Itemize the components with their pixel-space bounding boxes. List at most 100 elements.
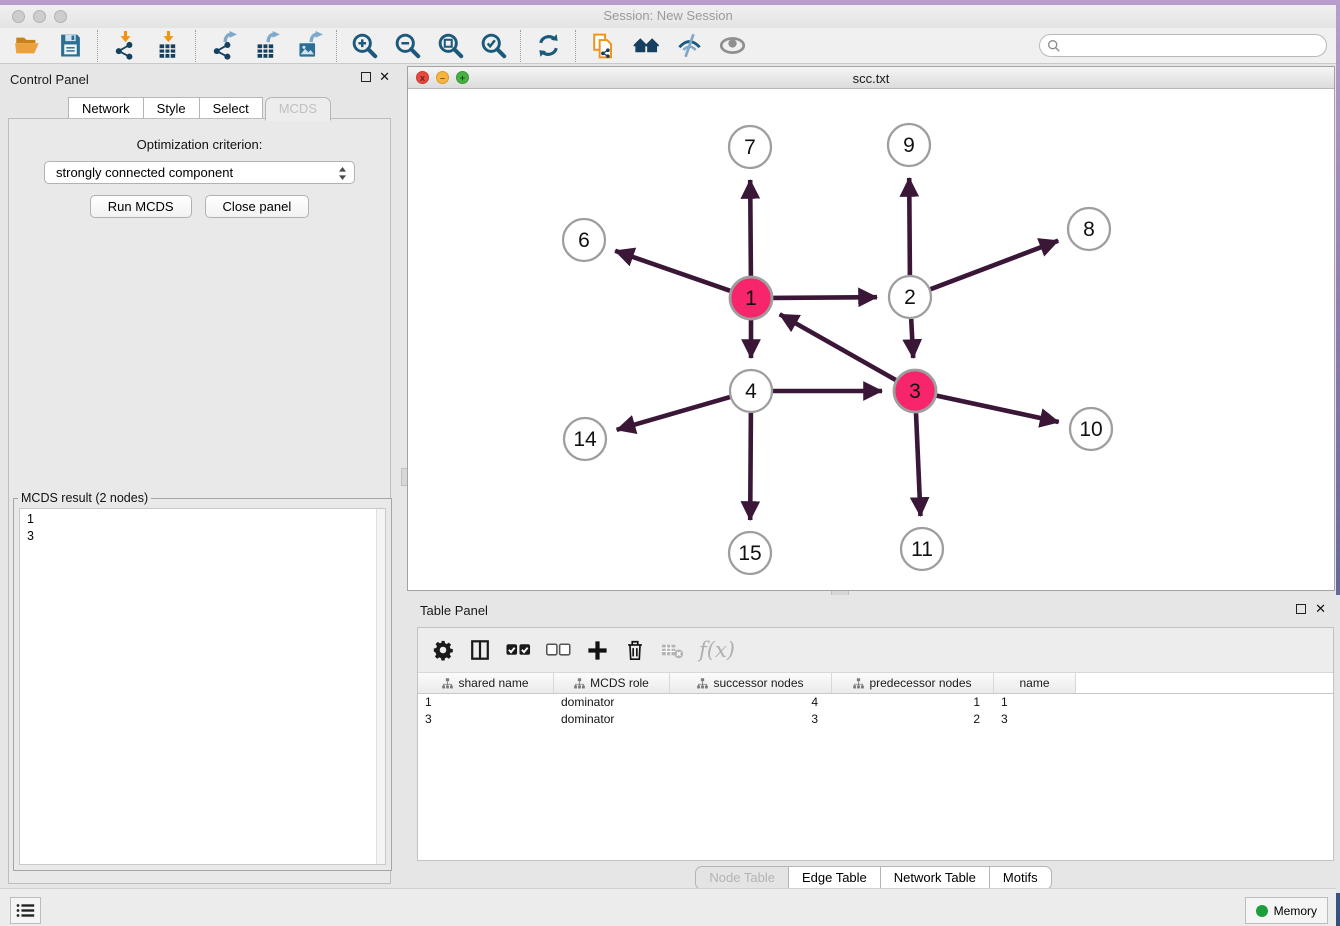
deselect-all-columns-icon[interactable]	[546, 643, 571, 657]
task-history-button[interactable]	[10, 897, 41, 924]
graph-node-14[interactable]: 14	[564, 418, 606, 460]
home-layout-icon[interactable]	[625, 30, 668, 62]
select-all-columns-icon[interactable]	[506, 643, 531, 657]
toggle-visual-icon[interactable]	[668, 30, 711, 62]
show-hide-panel-icon[interactable]	[711, 30, 754, 62]
memory-status-icon	[1256, 905, 1268, 917]
memory-label: Memory	[1274, 904, 1317, 918]
zoom-fit-icon[interactable]	[429, 30, 472, 62]
delete-column-icon[interactable]	[624, 639, 646, 661]
search-input[interactable]	[1061, 36, 1326, 56]
graph-node-15[interactable]: 15	[729, 532, 771, 574]
result-scrollbar[interactable]	[376, 509, 385, 864]
function-builder-icon: f(x)	[699, 638, 735, 662]
import-network-icon[interactable]	[104, 30, 147, 62]
tab-motifs[interactable]: Motifs	[989, 866, 1052, 890]
zoom-in-icon[interactable]	[343, 30, 386, 62]
graph-edge-3-11[interactable]	[916, 413, 921, 516]
cell-predecessor-nodes: 1	[832, 694, 994, 711]
close-panel-button[interactable]: Close panel	[205, 195, 310, 218]
column-layout-icon[interactable]	[469, 639, 491, 661]
graph-edge-2-3[interactable]	[911, 319, 913, 358]
svg-text:1: 1	[745, 287, 757, 310]
graph-node-6[interactable]: 6	[563, 219, 605, 261]
cell-name: 3	[994, 711, 1076, 728]
optimization-criterion-select[interactable]: strongly connected component	[44, 161, 355, 184]
graph-node-4[interactable]: 4	[730, 370, 772, 412]
cell-successor-nodes: 4	[670, 694, 832, 711]
save-session-icon[interactable]	[49, 30, 92, 62]
graph-edge-4-14[interactable]	[617, 397, 730, 430]
table-row[interactable]: 1dominator411	[418, 694, 1333, 711]
graph-edge-1-6[interactable]	[615, 251, 730, 291]
main-toolbar	[0, 28, 1336, 64]
cell-successor-nodes: 3	[670, 711, 832, 728]
column-header-shared-name[interactable]: shared name	[418, 673, 554, 693]
graph-edge-2-8[interactable]	[931, 241, 1059, 290]
cell-predecessor-nodes: 2	[832, 711, 994, 728]
toolbar-separator	[575, 30, 577, 62]
cell-MCDS-role: dominator	[554, 711, 670, 728]
mcds-result-title: MCDS result (2 nodes)	[18, 491, 151, 505]
column-header-successor-nodes[interactable]: successor nodes	[670, 673, 832, 693]
clear-table-icon	[661, 639, 684, 662]
window-titlebar: Session: New Session	[0, 5, 1336, 29]
table-panel-tabs: Node TableEdge TableNetwork TableMotifs	[407, 866, 1340, 890]
column-header-MCDS-role[interactable]: MCDS role	[554, 673, 670, 693]
graph-edge-2-9[interactable]	[909, 178, 910, 275]
tab-network-table[interactable]: Network Table	[880, 866, 990, 890]
export-image-icon[interactable]	[288, 30, 331, 62]
network-view-window: x – + scc.txt 7 9 6 8 1 2 4 3 14 10 15 11	[407, 66, 1335, 591]
export-table-icon[interactable]	[245, 30, 288, 62]
graph-edge-3-1[interactable]	[780, 314, 896, 380]
table-toolbar: f(x)	[418, 628, 1333, 673]
refresh-view-icon[interactable]	[527, 30, 570, 62]
open-file-icon[interactable]	[6, 30, 49, 62]
svg-text:8: 8	[1083, 218, 1095, 241]
float-panel-icon[interactable]	[361, 72, 371, 82]
graph-node-10[interactable]: 10	[1070, 408, 1112, 450]
copy-view-icon[interactable]	[582, 30, 625, 62]
tab-mcds[interactable]: MCDS	[265, 97, 331, 121]
close-panel-icon[interactable]: ✕	[379, 72, 390, 82]
table-body: 1dominator4113dominator323	[418, 694, 1333, 728]
add-column-icon[interactable]	[586, 639, 609, 662]
run-mcds-button[interactable]: Run MCDS	[90, 195, 192, 218]
table-row[interactable]: 3dominator323	[418, 711, 1333, 728]
graph-node-11[interactable]: 11	[901, 528, 943, 570]
graph-node-3[interactable]: 3	[894, 370, 936, 412]
window-title: Session: New Session	[0, 8, 1336, 23]
network-window-titlebar: x – + scc.txt	[408, 67, 1334, 89]
network-canvas[interactable]: 7 9 6 8 1 2 4 3 14 10 15 11	[408, 89, 1334, 590]
graph-edge-1-2[interactable]	[773, 297, 877, 298]
import-table-icon[interactable]	[147, 30, 190, 62]
graph-node-9[interactable]: 9	[888, 124, 930, 166]
memory-button[interactable]: Memory	[1245, 897, 1328, 924]
mcds-result-text[interactable]: 1 3	[19, 508, 386, 865]
status-bar: Memory	[0, 888, 1336, 926]
export-network-icon[interactable]	[202, 30, 245, 62]
graph-node-1[interactable]: 1	[730, 277, 772, 319]
cell-shared-name: 1	[418, 694, 554, 711]
zoom-out-icon[interactable]	[386, 30, 429, 62]
graph-edge-1-7[interactable]	[750, 180, 751, 276]
graph-node-8[interactable]: 8	[1068, 208, 1110, 250]
float-table-panel-icon[interactable]	[1296, 604, 1306, 614]
graph-node-2[interactable]: 2	[889, 276, 931, 318]
control-panel-title: Control Panel	[10, 72, 89, 87]
column-header-predecessor-nodes[interactable]: predecessor nodes	[832, 673, 994, 693]
tab-node-table[interactable]: Node Table	[695, 866, 789, 890]
toolbar-separator	[195, 30, 197, 62]
svg-text:4: 4	[745, 380, 757, 403]
cell-name: 1	[994, 694, 1076, 711]
zoom-selected-icon[interactable]	[472, 30, 515, 62]
list-icon	[16, 903, 36, 918]
close-table-panel-icon[interactable]: ✕	[1315, 604, 1326, 614]
svg-text:10: 10	[1079, 418, 1102, 441]
column-header-name[interactable]: name	[994, 673, 1076, 693]
graph-edge-4-15[interactable]	[750, 413, 751, 520]
graph-edge-3-10[interactable]	[937, 396, 1059, 422]
tab-edge-table[interactable]: Edge Table	[788, 866, 881, 890]
graph-node-7[interactable]: 7	[729, 126, 771, 168]
table-settings-gear-icon[interactable]	[432, 639, 454, 661]
